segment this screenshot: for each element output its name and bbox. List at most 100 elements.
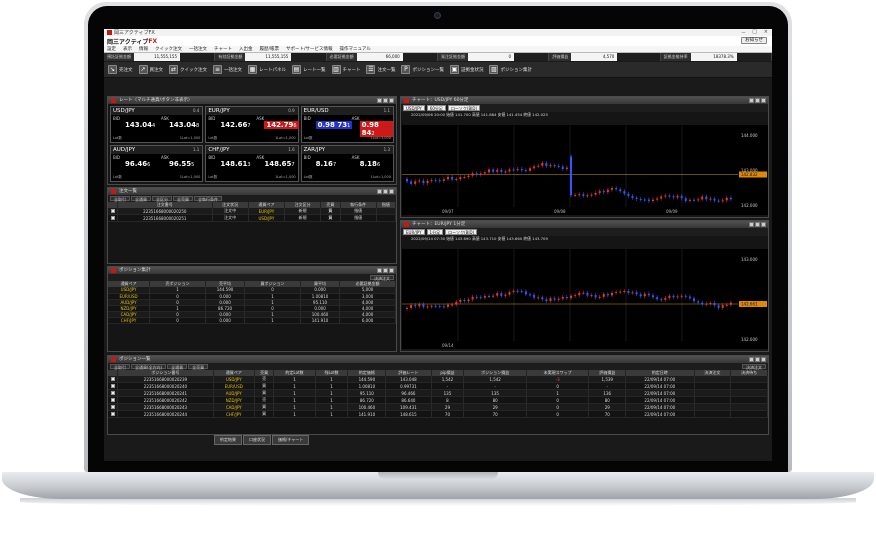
filter-select[interactable]: 全通貨(全方向) (131, 364, 167, 370)
bid-price[interactable]: 0.98 731 (315, 121, 353, 129)
candle (447, 304, 449, 307)
filter-select[interactable]: 全売買 (188, 364, 209, 370)
bid-price[interactable]: 142.667 (220, 121, 250, 129)
row-checkbox[interactable] (108, 382, 119, 390)
row-checkbox[interactable] (108, 396, 119, 404)
table-row[interactable]: 22351668000020244 CHF/JPY 買 1 1 141.910 148.61… (108, 410, 768, 418)
row-checkbox[interactable] (108, 410, 119, 418)
filter-select[interactable]: 全取引 (110, 364, 130, 370)
status-tab[interactable]: 口座状況 (243, 435, 271, 445)
chart2-pair-select[interactable]: EUR/JPY (403, 229, 425, 235)
cell-settle[interactable] (694, 396, 732, 404)
candle (561, 166, 564, 169)
table-row[interactable]: CHF/JPY 0 0.000 1 141.910 6,000 (108, 317, 396, 324)
ask-price[interactable]: 143.048 (169, 121, 199, 129)
bid-price[interactable]: 96.466 (125, 160, 150, 168)
menu-item[interactable]: サポート/サービス情報 (286, 46, 333, 52)
toolbar-button[interactable]: ⇄ クイック注文 (169, 65, 207, 74)
toolbar-button[interactable]: ▦ レートパネル (248, 65, 286, 74)
positions-table: ポジション番号 通貨ペア 売買 約定Lot数 残Lot数 約定価格 評価レート pip損益 ポジ… (108, 370, 768, 418)
orders-panel-header: 注文一覧 (108, 188, 396, 195)
window-title: 岡三アクティブFX (114, 30, 155, 36)
candle (529, 168, 531, 171)
notice-button[interactable]: お知らせ (741, 37, 767, 44)
chart2-type-select[interactable]: ローソク(BID) (445, 229, 478, 235)
cell-settle[interactable] (694, 403, 732, 411)
ask-price[interactable]: 8.186 (360, 160, 380, 168)
ask-price[interactable]: 96.555 (169, 160, 194, 168)
chart1-canvas[interactable]: 144.000143.000142.000142.83209/07 09/08 09… (402, 125, 768, 215)
toolbar-button[interactable]: ▣ 証拠金状況 (449, 65, 483, 74)
table-row[interactable]: 22351668000020242 NZD/JPY 売 1 1 86.720 86.640 8… (108, 396, 768, 404)
close-icon[interactable]: × (764, 29, 768, 35)
chart1-interval-select[interactable]: 60分足 (426, 105, 446, 111)
toolbar-button[interactable]: ☰ 注文一覧 (366, 65, 395, 74)
rate-card[interactable]: USD/JPY 0.4 BID ASK 143.044 143.048 Lot数 1Lot=1… (110, 106, 204, 143)
account-field: 必要証拠金額 66,000 (326, 53, 438, 61)
toolbar-button[interactable]: ▨ ポジション集計 (489, 65, 532, 74)
ask-price[interactable]: 148.657 (264, 160, 294, 168)
toolbar-button[interactable]: ▥ チャート (331, 65, 360, 74)
menu-item[interactable]: 入出金 (239, 46, 253, 52)
bid-price[interactable]: 143.044 (125, 121, 155, 129)
cell-settle[interactable] (694, 410, 732, 418)
rate-card[interactable]: AUD/JPY 1.1 BID ASK 96.466 96.555 Lot数 1Lot=1,0… (110, 145, 204, 182)
rate-card[interactable]: EUR/JPY 0.9 BID ASK 142.667 142.796 Lot数 1Lot=1… (205, 106, 299, 143)
menu-item[interactable]: 設定 (107, 46, 116, 52)
menu-item[interactable]: 情報 (139, 46, 148, 52)
candle (615, 188, 618, 190)
chart1-pair-select[interactable]: USD/JPY (403, 105, 425, 111)
toolbar-icon: ▥ (331, 65, 341, 74)
menu-item[interactable]: 操作マニュアル (340, 46, 371, 52)
filter-select[interactable]: 全区分 (152, 196, 172, 202)
chart2-interval-select[interactable]: 1分足 (426, 229, 444, 235)
toolbar-button[interactable]: ≡ 一括注文 (213, 65, 242, 74)
chart2-canvas[interactable]: 143.000 142.000 142.661 09/14 (402, 249, 768, 349)
row-checkbox[interactable] (108, 214, 119, 222)
lot-row: Lot数 1Lot=1,000 (113, 175, 200, 180)
row-checkbox[interactable] (108, 389, 119, 397)
menu-item[interactable]: 一括注文 (189, 46, 207, 52)
row-checkbox[interactable] (108, 403, 119, 411)
candle (701, 302, 704, 305)
toolbar-button[interactable]: P ポジション一覧 (401, 65, 444, 74)
menu-item[interactable]: チャート (214, 46, 232, 52)
filter-select[interactable]: 全通貨 (167, 364, 188, 370)
status-tab[interactable]: 約定結果 (214, 435, 242, 445)
summary-settle-button[interactable]: 決済注文 (370, 275, 394, 281)
toolbar-button[interactable]: ↗ 買注文 (138, 65, 163, 74)
maximize-icon[interactable]: □ (752, 29, 757, 35)
rate-card[interactable]: EUR/USD 1.1 BID ASK 0.98 731 0.98 842 Lot数 1Lot… (300, 106, 394, 143)
bid-price[interactable]: 148.613 (220, 160, 250, 168)
candle (664, 297, 667, 300)
candle (684, 198, 687, 201)
rate-card[interactable]: CHF/JPY 1.6 BID ASK 148.613 148.657 Lot数 1Lot=1… (205, 145, 299, 182)
menu-item[interactable]: 表示 (123, 46, 132, 52)
cell-settle[interactable] (694, 382, 732, 390)
filter-select[interactable]: 全執行条件 (194, 196, 222, 202)
rate-card[interactable]: ZAR/JPY 1.3 BID ASK 8.167 8.186 Lot数 1Lot=1,000 (300, 145, 394, 182)
filter-select[interactable]: 全取引 (110, 196, 130, 202)
table-row[interactable]: 22351668000020251 注文中 USD/JPY 新規買指値 (108, 214, 397, 222)
filter-select[interactable]: 全売買 (173, 196, 193, 202)
toolbar-button[interactable]: ↘ 売注文 (108, 65, 133, 74)
table-row[interactable]: 22351668000020241 AUD/JPY 買 1 1 95.110 96.466 1… (108, 389, 768, 397)
menu-item[interactable]: 履歴/帳票 (259, 46, 279, 52)
ask-price[interactable]: 142.796 (264, 121, 299, 129)
toolbar-button[interactable]: ▤ レート一覧 (292, 65, 326, 74)
table-row[interactable]: 22351668000020240 EUR/USD 買 1 1 1.00810 0.9973… (108, 382, 768, 390)
bid-price[interactable]: 8.167 (316, 160, 336, 168)
cell-settle[interactable] (694, 389, 732, 397)
table-row[interactable]: 22351668000020243 CAD/JPY 買 1 1 100.460 109.43… (108, 403, 768, 411)
minimize-icon[interactable]: － (741, 29, 746, 36)
ask-label: ASK (256, 155, 265, 160)
ask-price[interactable]: 0.98 842 (359, 121, 393, 137)
menu-item[interactable]: クイック注文 (155, 46, 182, 52)
toolbar-label: レートパネル (259, 67, 286, 73)
chart1-type-select[interactable]: ローソク(BID) (447, 105, 481, 111)
filter-select[interactable]: 全通貨 (131, 196, 151, 202)
positions-settle-button[interactable]: 決済注文 (742, 364, 766, 370)
cell-date: 22/09/14 07:00 (625, 403, 695, 411)
status-tab[interactable]: 価格/チャート (272, 435, 310, 445)
candle (430, 305, 433, 307)
